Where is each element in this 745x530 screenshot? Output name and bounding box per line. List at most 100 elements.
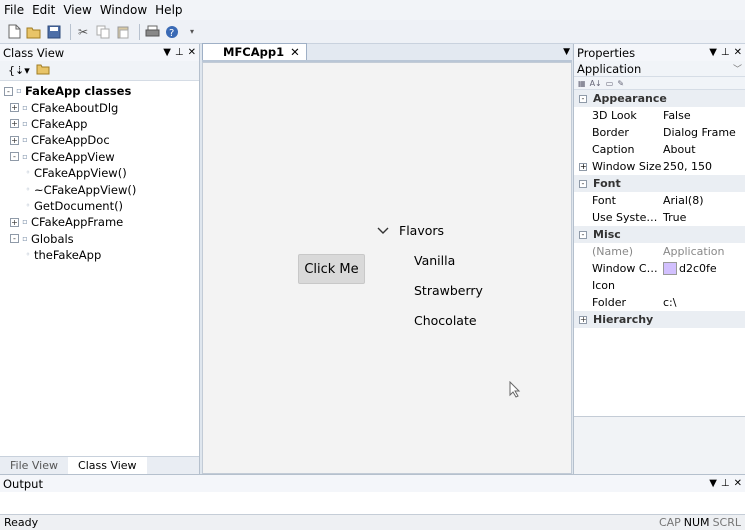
property-value[interactable]: 250, 150 xyxy=(662,160,745,173)
tree-item[interactable]: - ▫ Globals xyxy=(4,231,199,247)
expand-icon[interactable]: + xyxy=(10,119,19,129)
property-category[interactable]: - Font xyxy=(574,175,745,192)
new-folder-icon[interactable] xyxy=(36,63,50,78)
tree-item-flavors[interactable]: Flavors xyxy=(377,215,483,245)
close-icon[interactable]: ✕ xyxy=(734,47,742,58)
property-value[interactable]: True xyxy=(662,211,745,224)
alphabetical-icon[interactable]: A↓ xyxy=(590,79,602,88)
menu-window[interactable]: Window xyxy=(96,0,151,20)
property-value[interactable]: d2c0fe xyxy=(662,262,745,275)
property-category[interactable]: - Appearance xyxy=(574,90,745,107)
collapse-icon[interactable]: - xyxy=(579,94,587,103)
property-value[interactable]: Arial(8) xyxy=(662,194,745,207)
pane-menu-icon[interactable]: ▼ xyxy=(709,478,717,489)
property-row[interactable]: Window Co... d2c0fe xyxy=(574,260,745,277)
tree-item[interactable]: ◦ GetDocument() xyxy=(4,198,199,214)
click-me-button[interactable]: Click Me xyxy=(298,254,365,284)
expand-icon[interactable]: + xyxy=(10,135,19,145)
property-name-text: Folder xyxy=(592,296,626,309)
menu-edit[interactable]: Edit xyxy=(28,0,59,20)
new-file-icon[interactable] xyxy=(6,24,22,40)
tree-item-strawberry[interactable]: Strawberry xyxy=(377,275,483,305)
collapse-icon[interactable]: - xyxy=(579,230,587,239)
property-value[interactable]: c:\ xyxy=(662,296,745,309)
property-row[interactable]: 3D Look False xyxy=(574,107,745,124)
pin-icon[interactable]: ⊥ xyxy=(175,47,184,58)
menu-file[interactable]: File xyxy=(0,0,28,20)
tree-item[interactable]: - ▫ FakeApp classes xyxy=(4,83,199,99)
cut-icon[interactable]: ✂ xyxy=(75,24,91,40)
tree-item[interactable]: ◦ ~CFakeAppView() xyxy=(4,181,199,197)
toolbar-overflow-icon[interactable]: ▾ xyxy=(184,24,200,40)
menu-help[interactable]: Help xyxy=(151,0,186,20)
property-category[interactable]: - Misc xyxy=(574,226,745,243)
collapse-icon[interactable]: - xyxy=(4,86,13,96)
close-icon[interactable]: ✕ xyxy=(734,478,742,489)
property-value[interactable]: About xyxy=(662,143,745,156)
pin-icon[interactable]: ⊥ xyxy=(721,478,730,489)
property-row[interactable]: Icon xyxy=(574,277,745,294)
wand-icon[interactable]: ✎ xyxy=(617,79,624,88)
property-pages-icon[interactable]: ▭ xyxy=(606,79,614,88)
save-icon[interactable] xyxy=(46,24,62,40)
copy-icon[interactable] xyxy=(95,24,111,40)
collapse-icon[interactable]: - xyxy=(10,152,19,162)
pane-menu-icon[interactable]: ▼ xyxy=(163,47,171,58)
close-icon[interactable]: ✕ xyxy=(188,47,196,58)
collapse-icon[interactable]: - xyxy=(10,234,19,244)
tree-item[interactable]: + ▫ CFakeAppDoc xyxy=(4,132,199,148)
property-row[interactable]: (Name) Application xyxy=(574,243,745,260)
categorized-icon[interactable]: ▦ xyxy=(578,79,586,88)
collapse-icon[interactable]: - xyxy=(579,179,587,188)
help-icon[interactable]: ? xyxy=(164,24,180,40)
object-selector[interactable]: Application ﹀ xyxy=(574,61,745,77)
pin-icon[interactable]: ⊥ xyxy=(721,47,730,58)
expand-icon[interactable]: + xyxy=(579,163,587,171)
property-row[interactable]: Border Dialog Frame xyxy=(574,124,745,141)
print-icon[interactable] xyxy=(144,24,160,40)
property-category[interactable]: + Hierarchy xyxy=(574,311,745,328)
property-row[interactable]: Font Arial(8) xyxy=(574,192,745,209)
property-grid: - Appearance 3D Look False Border Dialog Fram… xyxy=(574,90,745,328)
property-value[interactable]: Dialog Frame xyxy=(662,126,745,139)
property-row[interactable]: Caption About xyxy=(574,141,745,158)
paste-icon[interactable] xyxy=(115,24,131,40)
property-row[interactable]: Folder c:\ xyxy=(574,294,745,311)
output-title: Output xyxy=(3,476,43,491)
property-value[interactable]: False xyxy=(662,109,745,122)
tab-class-view[interactable]: Class View xyxy=(68,457,147,474)
properties-header: Properties ▼ ⊥ ✕ xyxy=(574,44,745,61)
tree-item[interactable]: ◦ theFakeApp xyxy=(4,247,199,263)
property-name-text: Window Co... xyxy=(592,262,662,275)
property-row[interactable]: + Window Size 250, 150 xyxy=(574,158,745,175)
property-name: Font xyxy=(574,194,662,207)
tree-item-chocolate[interactable]: Chocolate xyxy=(377,305,483,335)
document-tabs: MFCApp1 ✕ ▼ xyxy=(202,43,572,62)
property-row[interactable]: Use System... True xyxy=(574,209,745,226)
tree-item-label: CFakeAppDoc xyxy=(31,133,110,148)
chevron-down-icon[interactable] xyxy=(377,224,389,236)
document-list-dropdown-icon[interactable]: ▼ xyxy=(563,47,570,57)
tab-mfcapp1[interactable]: MFCApp1 ✕ xyxy=(202,43,307,60)
expand-icon[interactable]: + xyxy=(10,217,19,227)
method-icon: ◦ xyxy=(25,250,31,260)
tree-item-label: Globals xyxy=(31,231,74,246)
tab-file-view[interactable]: File View xyxy=(0,457,68,474)
close-tab-icon[interactable]: ✕ xyxy=(290,45,300,59)
output-header: Output ▼ ⊥ ✕ xyxy=(0,475,745,492)
pane-menu-icon[interactable]: ▼ xyxy=(709,47,717,58)
property-value[interactable]: Application xyxy=(662,245,745,258)
sort-icon[interactable]: {⇣▾ xyxy=(8,64,30,77)
expand-icon[interactable]: + xyxy=(10,103,19,113)
tree-item[interactable]: - ▫ CFakeAppView xyxy=(4,149,199,165)
tree-item[interactable]: ◦ CFakeAppView() xyxy=(4,165,199,181)
color-swatch[interactable] xyxy=(663,262,677,275)
tree-item[interactable]: + ▫ CFakeAboutDlg xyxy=(4,99,199,115)
tree-item[interactable]: + ▫ CFakeApp xyxy=(4,116,199,132)
tree-item[interactable]: + ▫ CFakeAppFrame xyxy=(4,214,199,230)
expand-icon[interactable]: + xyxy=(579,315,587,324)
property-name: Use System... xyxy=(574,211,662,224)
tree-item-vanilla[interactable]: Vanilla xyxy=(377,245,483,275)
open-folder-icon[interactable] xyxy=(26,24,42,40)
menu-view[interactable]: View xyxy=(59,0,95,20)
